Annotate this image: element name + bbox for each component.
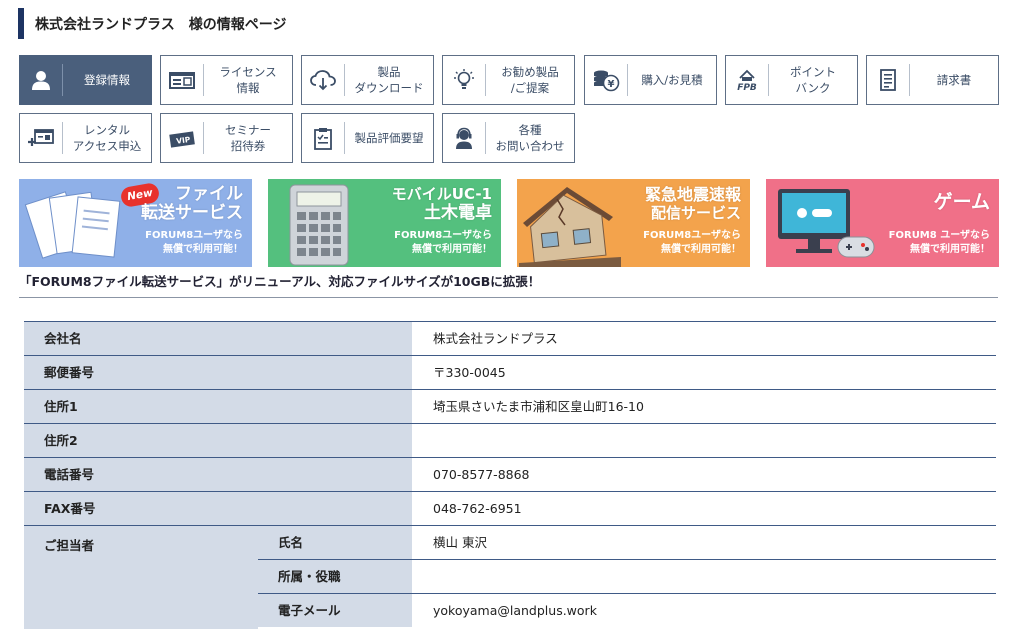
menu-label: レンタル アクセス申込	[72, 123, 142, 153]
table-row-contact-dept: 所属・役職	[258, 559, 996, 593]
cloud-download-icon	[302, 56, 344, 104]
menu-button-registration-info[interactable]: 登録情報	[19, 55, 152, 105]
banner-subtitle: FORUM8ユーザなら 無償で利用可能！	[145, 230, 243, 255]
divider	[19, 297, 998, 298]
banner-title: ファイル 転送サービス	[141, 184, 243, 223]
fax-value: 048-762-6951	[433, 501, 522, 516]
field-label: 住所1	[24, 390, 412, 423]
zip-code-value: 〒330-0045	[433, 365, 506, 380]
menu-label: 製品評価要望	[354, 131, 424, 145]
field-label: 電話番号	[24, 458, 412, 491]
menu-label: 購入/お見積	[641, 73, 703, 87]
menu-button-purchase-quote[interactable]: ¥ 購入/お見積	[584, 55, 717, 105]
coins-yen-icon: ¥	[585, 56, 627, 104]
menu-label: お勧め製品 /ご提案	[501, 65, 559, 95]
menu-button-invoice[interactable]: 請求書	[866, 55, 999, 105]
menu-button-recommended-products[interactable]: お勧め製品 /ご提案	[442, 55, 575, 105]
menu-label: 登録情報	[84, 73, 130, 87]
table-row-contact-name: 氏名 横山 東沢	[258, 526, 996, 560]
table-row-address1: 住所1 埼玉県さいたま市浦和区皇山町16-10	[24, 389, 996, 423]
menu-button-product-download[interactable]: 製品 ダウンロード	[301, 55, 434, 105]
banner-game[interactable]: ゲーム FORUM8 ユーザなら 無償で利用可能！	[766, 179, 999, 267]
rental-access-icon	[20, 114, 62, 162]
menu-button-rental-access[interactable]: レンタル アクセス申込	[19, 113, 152, 163]
menu-button-inquiries[interactable]: 各種 お問い合わせ	[442, 113, 575, 163]
menu-button-seminar-ticket[interactable]: VIP セミナー 招待券	[160, 113, 293, 163]
address1-value: 埼玉県さいたま市浦和区皇山町16-10	[433, 399, 644, 414]
fpb-point-icon: FPB	[726, 56, 768, 104]
table-row-contact-person: ご担当者 氏名 横山 東沢 所属・役職 電子メール yokoyama@landp…	[24, 525, 996, 629]
banner-title: 緊急地震速報 配信サービス	[644, 185, 741, 222]
contact-email-value: yokoyama@landplus.work	[433, 603, 597, 618]
license-card-icon	[161, 56, 203, 104]
lightbulb-icon	[443, 56, 485, 104]
menu-label: ライセンス 情報	[219, 65, 277, 95]
table-row-tel: 電話番号 070-8577-8868	[24, 457, 996, 491]
phone-value: 070-8577-8868	[433, 467, 530, 482]
notice-link[interactable]: 「FORUM8ファイル転送サービス」がリニューアル、対応ファイルサイズが10GB…	[19, 271, 540, 290]
table-row-address2: 住所2	[24, 423, 996, 457]
user-icon	[20, 56, 62, 104]
svg-text:FPB: FPB	[737, 83, 757, 92]
banner-title: ゲーム	[933, 191, 990, 213]
table-row-company: 会社名 株式会社ランドプラス	[24, 321, 996, 355]
company-name-value: 株式会社ランドプラス	[433, 331, 558, 346]
menu-label: 製品 ダウンロード	[354, 65, 424, 95]
banner-title: モバイルUC-1 土木電卓	[391, 185, 492, 223]
support-agent-icon	[443, 114, 485, 162]
field-label: 会社名	[24, 322, 412, 355]
menu-button-license-info[interactable]: ライセンス 情報	[160, 55, 293, 105]
page-title: 株式会社ランドプラス 様の情報ページ	[18, 8, 286, 39]
svg-text:¥: ¥	[608, 79, 615, 90]
field-label: 郵便番号	[24, 356, 412, 389]
contact-name-value: 横山 東沢	[433, 535, 487, 550]
title-accent-bar	[18, 8, 24, 39]
banner-subtitle: FORUM8ユーザなら 無償で利用可能！	[394, 230, 492, 255]
menu-label: 各種 お問い合わせ	[495, 123, 565, 153]
banner-mobile-uc1[interactable]: モバイルUC-1 土木電卓 FORUM8ユーザなら 無償で利用可能！	[268, 179, 501, 267]
field-label: 電子メール	[258, 594, 412, 627]
address2-value	[412, 424, 996, 457]
contact-dept-value	[412, 560, 996, 593]
contact-person-label: ご担当者	[24, 526, 258, 629]
menu-label: セミナー 招待券	[225, 123, 271, 153]
menu-label: 請求書	[936, 73, 972, 87]
menu-button-point-bank[interactable]: FPB ポイント バンク	[725, 55, 858, 105]
banner-subtitle: FORUM8 ユーザなら 無償で利用可能！	[888, 230, 990, 255]
field-label: 氏名	[258, 526, 412, 559]
field-label: FAX番号	[24, 492, 412, 525]
vip-ticket-icon: VIP	[161, 114, 203, 162]
table-row-contact-email: 電子メール yokoyama@landplus.work	[258, 593, 996, 627]
field-label: 所属・役職	[258, 560, 412, 593]
table-row-zip: 郵便番号 〒330-0045	[24, 355, 996, 389]
field-label: 住所2	[24, 424, 412, 457]
table-row-fax: FAX番号 048-762-6951	[24, 491, 996, 525]
menu-label: ポイント バンク	[790, 65, 836, 95]
banner-file-transfer[interactable]: New ファイル 転送サービス FORUM8ユーザなら 無償で利用可能！	[19, 179, 252, 267]
company-info-table: 会社名 株式会社ランドプラス 郵便番号 〒330-0045 住所1 埼玉県さいた…	[24, 321, 996, 629]
banner-earthquake-alert[interactable]: 緊急地震速報 配信サービス FORUM8ユーザなら 無償で利用可能！	[517, 179, 750, 267]
clipboard-icon	[302, 114, 344, 162]
page-title-text: 株式会社ランドプラス 様の情報ページ	[35, 16, 287, 33]
banner-subtitle: FORUM8ユーザなら 無償で利用可能！	[643, 230, 741, 255]
invoice-icon	[867, 56, 909, 104]
menu-button-product-feedback[interactable]: 製品評価要望	[301, 113, 434, 163]
